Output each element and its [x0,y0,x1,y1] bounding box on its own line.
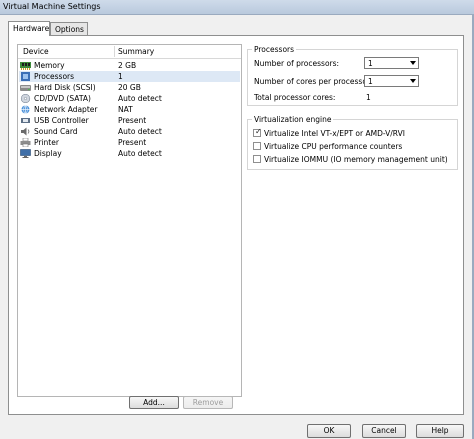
sound-card-icon [20,127,31,136]
device-name: Display [34,149,62,158]
device-name: USB Controller [34,116,89,125]
title-bar: Virtual Machine Settings [0,0,474,15]
network-adapter-icon [20,105,31,114]
device-name: Sound Card [34,127,78,136]
total-processor-cores-value: 1 [366,93,371,102]
device-summary: Auto detect [118,127,162,136]
device-name: Memory [34,61,65,70]
cores-per-processor-value: 1 [368,77,373,86]
hard-disk-icon [20,83,31,92]
virtualize-iommu-label[interactable]: Virtualize IOMMU (IO memory management u… [264,155,448,164]
virtualization-engine-group: Virtualization engine ✓ Virtualize Intel… [247,115,458,170]
device-name: Processors [34,72,75,81]
help-button[interactable]: Help [416,424,464,438]
remove-device-button[interactable]: Remove [183,396,233,409]
device-summary: 1 [118,72,123,81]
cd-dvd-icon [20,93,31,104]
add-device-button[interactable]: Add... [129,396,179,409]
virtualize-cpu-counters-checkbox[interactable] [253,142,261,150]
num-processors-select[interactable]: 1 [364,57,419,69]
chevron-down-icon [410,79,416,83]
window-title: Virtual Machine Settings [3,2,101,11]
virtualize-cpu-counters-label[interactable]: Virtualize CPU performance counters [264,142,402,151]
device-row-processors[interactable]: Processors 1 [19,71,240,82]
processors-group: Processors Number of processors: 1 Numbe… [247,45,458,106]
total-processor-cores-label: Total processor cores: [254,93,336,102]
virtualize-iommu-checkbox[interactable] [253,155,261,163]
virtualize-vtx-checkbox[interactable]: ✓ [253,127,262,137]
device-summary: Present [118,138,147,147]
memory-icon [20,61,31,70]
device-row-sound-card[interactable]: Sound Card Auto detect [19,126,240,137]
column-header-summary[interactable]: Summary [118,47,154,56]
processor-icon [20,72,31,81]
device-row-printer[interactable]: Printer Present [19,137,240,148]
display-icon [20,149,31,158]
device-name: Network Adapter [34,105,98,114]
column-header-device[interactable]: Device [23,47,49,56]
device-list-header: Device Summary [18,45,241,59]
cores-per-processor-select[interactable]: 1 [364,75,419,87]
column-divider[interactable] [114,46,115,57]
device-name: CD/DVD (SATA) [34,94,91,103]
cancel-button[interactable]: Cancel [362,424,406,438]
device-summary: Present [118,116,147,125]
cores-per-processor-label: Number of cores per processor: [254,77,373,86]
device-name: Printer [34,138,59,147]
device-summary: Auto detect [118,94,162,103]
device-summary: Auto detect [118,149,162,158]
device-row-memory[interactable]: Memory 2 GB [19,60,240,71]
ok-button[interactable]: OK [307,424,351,438]
device-summary: NAT [118,105,133,114]
checkmark-icon: ✓ [255,127,262,136]
device-row-display[interactable]: Display Auto detect [19,148,240,159]
tab-options[interactable]: Options [50,22,88,35]
device-row-network-adapter[interactable]: Network Adapter NAT [19,104,240,115]
device-summary: 2 GB [118,61,137,70]
device-name: Hard Disk (SCSI) [34,83,96,92]
device-summary: 20 GB [118,83,141,92]
tab-hardware[interactable]: Hardware [8,21,50,36]
device-row-hard-disk[interactable]: Hard Disk (SCSI) 20 GB [19,82,240,93]
num-processors-value: 1 [368,59,373,68]
chevron-down-icon [410,61,416,65]
device-row-usb-controller[interactable]: USB Controller Present [19,115,240,126]
processors-group-title: Processors [252,45,297,54]
device-list[interactable]: Device Summary Memory 2 GB Processors 1 … [17,44,242,397]
device-row-cd-dvd[interactable]: CD/DVD (SATA) Auto detect [19,93,240,104]
usb-controller-icon [20,116,31,125]
num-processors-label: Number of processors: [254,59,340,68]
virtualization-engine-title: Virtualization engine [252,115,334,124]
hardware-panel: Device Summary Memory 2 GB Processors 1 … [8,35,464,415]
printer-icon [20,137,31,148]
virtualize-vtx-label[interactable]: Virtualize Intel VT-x/EPT or AMD-V/RVI [264,129,405,138]
